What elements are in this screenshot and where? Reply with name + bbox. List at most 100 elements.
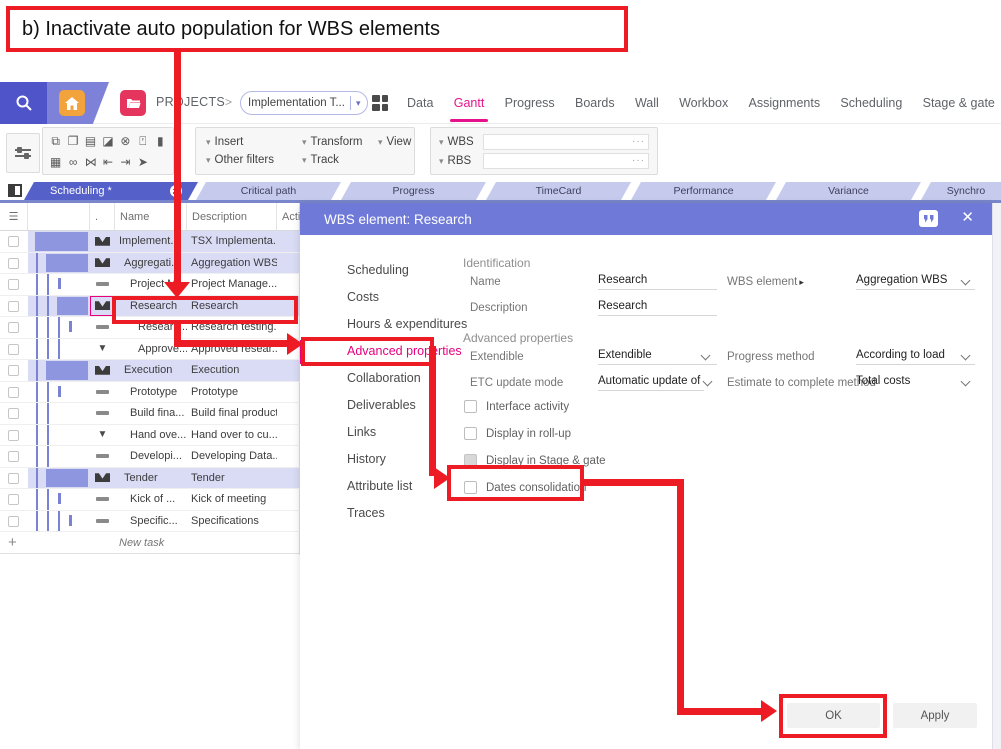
dialog-nav-attribute-list[interactable]: Attribute list [347,479,412,493]
unlink-icon[interactable]: ⋈ [85,156,97,168]
etc-method-select[interactable]: Total costs [856,375,975,390]
table-row[interactable]: ExecutionExecution [0,360,300,382]
wbs-more-button[interactable]: ··· [632,136,645,147]
row-checkbox[interactable] [8,451,19,462]
transform-menu[interactable]: ▾Transform [302,136,378,148]
tab-stage-gate[interactable]: Stage & gate [921,96,997,110]
view-tab-scheduling[interactable]: Scheduling * [24,182,198,200]
row-checkbox[interactable] [8,279,19,290]
name-field[interactable]: Research [598,274,717,290]
row-checkbox[interactable] [8,430,19,441]
view-tab-variance[interactable]: Variance [776,182,921,200]
view-settings-button[interactable] [6,133,40,173]
rbs-filter-input[interactable]: ··· [483,153,649,169]
insert-menu[interactable]: ▾Insert [206,136,302,148]
table-icon[interactable]: ▦ [50,156,61,168]
table-row[interactable]: Build fina...Build final product [0,403,300,425]
table-row[interactable]: TenderTender [0,468,300,490]
bookmark-icon[interactable]: ▮ [157,135,164,147]
close-icon[interactable]: ✕ [961,208,974,226]
projects-folder-button[interactable] [120,90,146,116]
dialog-nav-scheduling[interactable]: Scheduling [347,263,409,277]
track-menu[interactable]: ▾Track [302,154,378,166]
row-checkbox[interactable] [8,365,19,376]
dialog-nav-traces[interactable]: Traces [347,506,385,520]
hide-row-icon[interactable]: ⍞ [139,135,146,147]
wbs-filter-label[interactable]: ▾WBS [439,136,483,148]
table-row[interactable]: Aggregati...Aggregation WBS [0,253,300,275]
interface-activity-checkbox[interactable] [464,400,477,413]
row-checkbox[interactable] [8,494,19,505]
row-checkbox[interactable] [8,387,19,398]
row-checkbox[interactable] [8,258,19,269]
tab-boards[interactable]: Boards [573,96,617,110]
tab-wall[interactable]: Wall [633,96,661,110]
edit-icon[interactable]: ◪ [102,135,113,147]
row-checkbox[interactable] [8,236,19,247]
extendible-select[interactable]: Extendible [598,349,717,365]
indent-icon[interactable]: ⇥ [120,156,130,168]
tab-data[interactable]: Data [405,96,435,110]
dialog-nav-links[interactable]: Links [347,425,376,439]
tab-gantt[interactable]: Gantt [452,96,487,110]
split-view-icon[interactable] [8,184,22,197]
table-row[interactable]: PrototypePrototype [0,382,300,404]
description-column-header[interactable]: Description [187,203,277,230]
wbs-element-select[interactable]: Aggregation WBS [856,274,975,290]
tab-assignments[interactable]: Assignments [747,96,823,110]
other-filters-menu[interactable]: ▾Other filters [206,154,302,166]
search-button[interactable] [0,82,47,124]
row-checkbox[interactable] [8,322,19,333]
apply-button[interactable]: Apply [893,703,977,728]
activity-column-header[interactable]: Activ [277,203,300,230]
table-row[interactable]: Kick of ...Kick of meeting [0,489,300,511]
view-menu[interactable]: ▾View [378,136,422,148]
dialog-nav-history[interactable]: History [347,452,386,466]
dialog-nav-costs[interactable]: Costs [347,290,379,304]
view-tab-progress[interactable]: Progress [341,182,486,200]
type-column-header[interactable]: . [90,203,115,230]
progress-method-select[interactable]: According to load [856,349,975,365]
dialog-nav-hours-expenditures[interactable]: Hours & expenditures [347,317,467,331]
paste-icon[interactable]: ▤ [85,135,96,147]
duplicate-icon[interactable]: ❐ [68,135,79,147]
table-row[interactable]: Implement...TSX Implementa... [0,231,300,253]
table-row[interactable]: ▼ Hand ove...Hand over to cu... [0,425,300,447]
row-checkbox[interactable] [8,473,19,484]
outline-column-header[interactable] [28,203,90,230]
view-tab-performance[interactable]: Performance [631,182,776,200]
add-task-icon[interactable]: + [8,534,17,551]
rbs-more-button[interactable]: ··· [632,155,645,166]
workspace-grid-icon[interactable] [372,95,389,111]
dialog-nav-deliverables[interactable]: Deliverables [347,398,416,412]
hierarchy-header-icon[interactable]: ☰ [0,203,28,230]
description-field[interactable]: Research [598,300,717,316]
row-checkbox[interactable] [8,344,19,355]
comments-icon[interactable] [919,210,938,227]
link-icon[interactable]: ∞ [69,156,78,168]
table-row[interactable]: Specific...Specifications [0,511,300,533]
new-task-row[interactable]: + New task [0,532,300,554]
select-pointer-icon[interactable]: ➤ [138,156,148,168]
home-button[interactable] [47,82,109,124]
tab-progress[interactable]: Progress [503,96,557,110]
dialog-nav-collaboration[interactable]: Collaboration [347,371,421,385]
etc-update-mode-select[interactable]: Automatic update of ET [598,375,704,391]
breadcrumb[interactable]: PROJECTS [156,95,225,109]
view-tab-timecard[interactable]: TimeCard [486,182,631,200]
outdent-icon[interactable]: ⇤ [103,156,113,168]
display-in-rollup-checkbox[interactable] [464,427,477,440]
row-checkbox[interactable] [8,516,19,527]
copy-icon[interactable]: ⧉ [51,135,60,147]
tab-workbox[interactable]: Workbox [677,96,730,110]
view-tab-critical-path[interactable]: Critical path [196,182,341,200]
row-checkbox[interactable] [8,301,19,312]
tab-scheduling[interactable]: Scheduling [838,96,904,110]
new-task-placeholder[interactable]: New task [115,532,187,553]
table-row[interactable]: Developi...Developing Data... [0,446,300,468]
project-selector[interactable]: Implementation T... ▾ [240,91,368,115]
view-tab-synchro[interactable]: Synchro [921,182,1001,200]
rbs-filter-label[interactable]: ▾RBS [439,155,483,167]
wbs-filter-input[interactable]: ··· [483,134,649,150]
delete-icon[interactable]: ⊗ [120,135,130,147]
